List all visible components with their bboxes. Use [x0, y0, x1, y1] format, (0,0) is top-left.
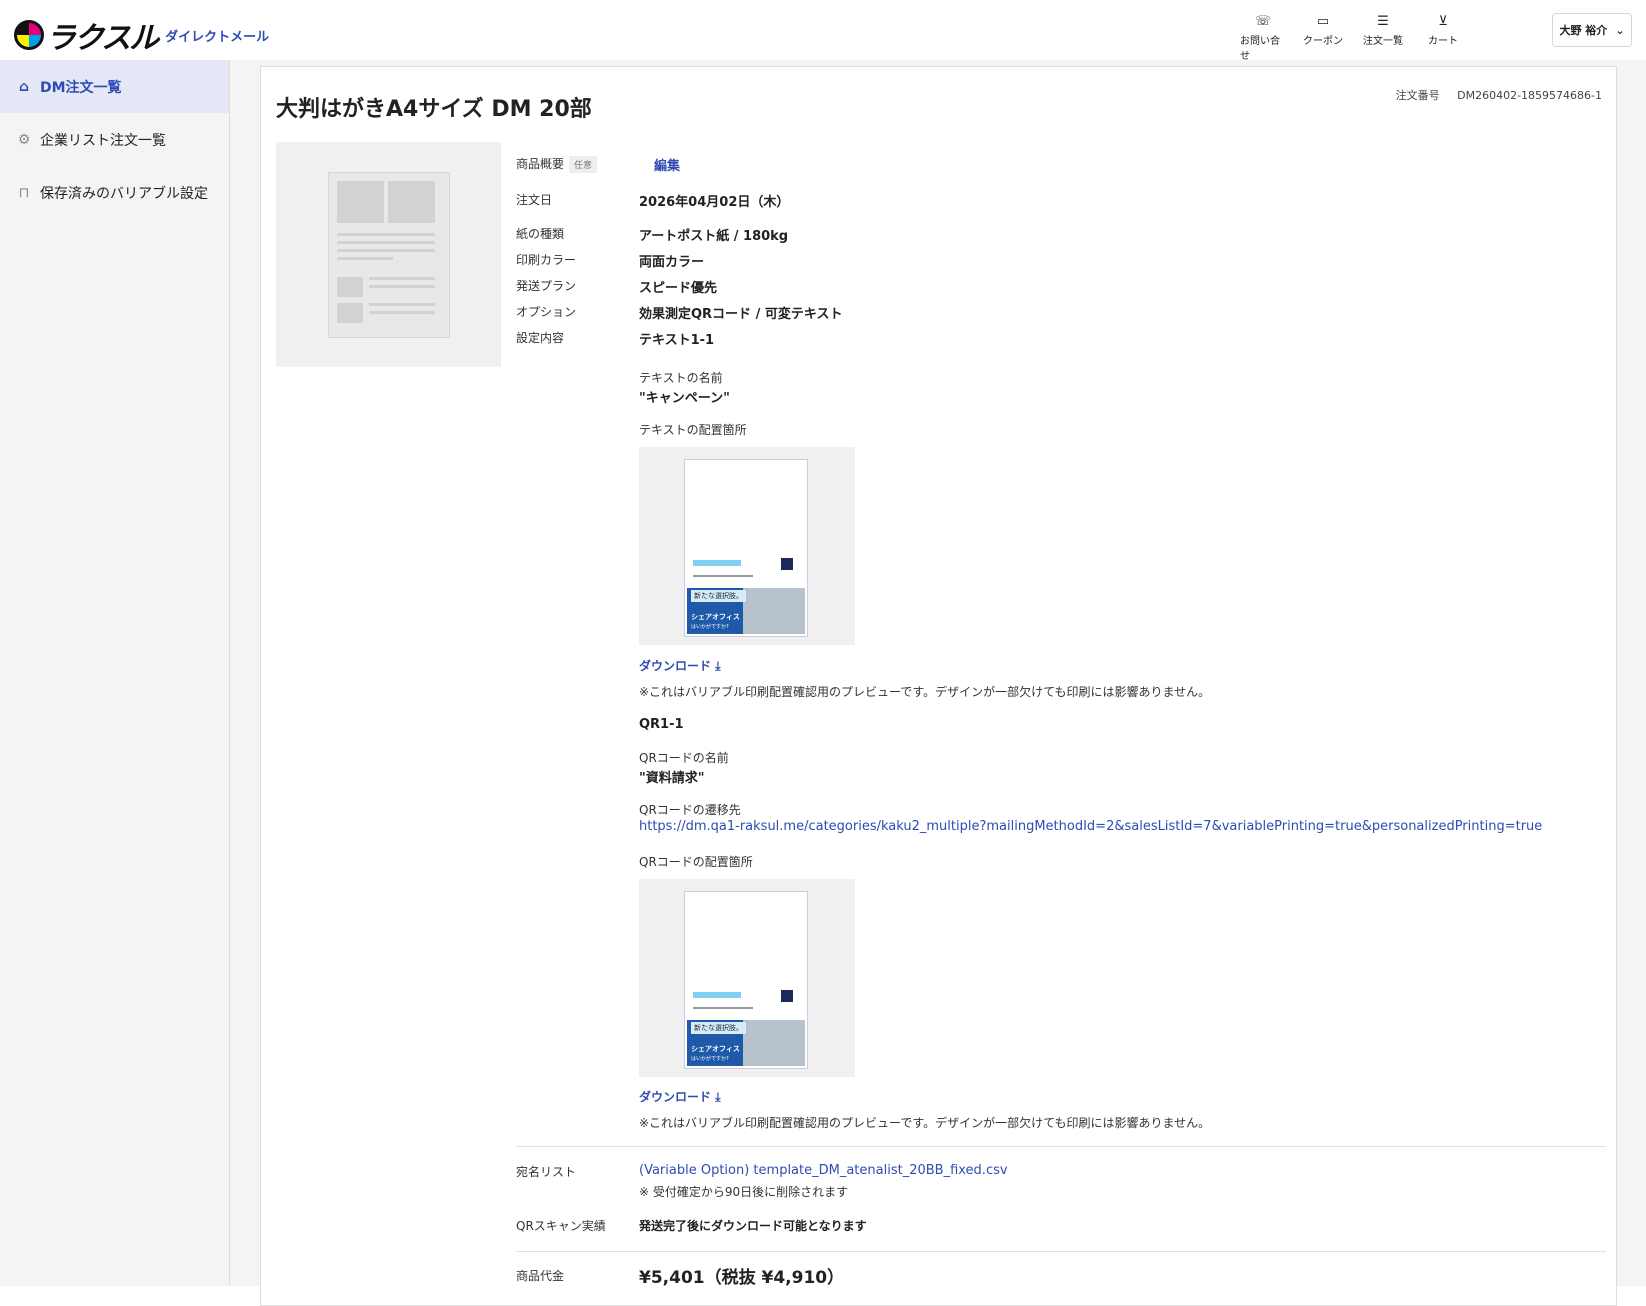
- postcard-headline: 新たな選択肢。: [691, 590, 746, 602]
- download-label: ダウンロード: [639, 659, 712, 673]
- sidebar-item-label: 保存済みのバリアブル設定: [40, 185, 208, 202]
- nav-orders-label: 注文一覧: [1363, 36, 1403, 47]
- paper-type-value: アートポスト紙 / 180kg: [639, 229, 789, 244]
- qr-destination-link[interactable]: https://dm.qa1-raksul.me/categories/kaku…: [639, 819, 1542, 834]
- sidebar: ⌂ DM注文一覧 ⚙ 企業リスト注文一覧 ⊓ 保存済みのバリアブル設定: [0, 60, 230, 1286]
- nav-coupon-label: クーポン: [1303, 36, 1343, 47]
- postcard-headline: 新たな選択肢。: [691, 1022, 746, 1034]
- nav-contact-label: お問い合せ: [1240, 36, 1280, 62]
- edit-summary-link[interactable]: 編集: [654, 155, 680, 174]
- user-name: 大野 裕介: [1559, 24, 1608, 37]
- logo-subtitle: ダイレクトメール: [165, 29, 270, 45]
- postcard-preview-image: 新たな選択肢。 シェアオフィス はいかがですか?: [684, 459, 808, 637]
- page-title: 大判はがきA4サイズ DM 20部: [276, 97, 592, 122]
- sidebar-item-saved-variable[interactable]: ⊓ 保存済みのバリアブル設定: [0, 166, 229, 219]
- phone-icon: ☏: [1254, 14, 1272, 29]
- order-date-label: 注文日: [516, 193, 553, 207]
- text-name-value: "キャンペーン": [639, 391, 730, 406]
- qr-name-label: QRコードの名前: [639, 751, 729, 765]
- document-placeholder-icon: [328, 172, 450, 338]
- summary-label: 商品概要 任意: [516, 155, 598, 173]
- logo[interactable]: ラクスル ダイレクトメール: [14, 13, 269, 57]
- header-nav: ☏ お問い合せ ▭ クーポン ☰ 注文一覧 ⊻ カート: [1240, 14, 1466, 62]
- address-list-note: ※ 受付確定から90日後に削除されます: [639, 1185, 849, 1199]
- bookmark-icon: ⊓: [18, 184, 30, 201]
- qr-code-icon: [781, 558, 793, 570]
- home-icon: ⌂: [18, 78, 30, 95]
- text-position-preview: 新たな選択肢。 シェアオフィス はいかがですか?: [639, 447, 855, 645]
- product-thumbnail: [276, 142, 501, 367]
- postcard-subhead: シェアオフィス: [691, 1045, 740, 1053]
- sidebar-item-label: 企業リスト注文一覧: [40, 132, 166, 149]
- postcard-preview-image: 新たな選択肢。 シェアオフィス はいかがですか?: [684, 891, 808, 1069]
- sidebar-item-dm-orders[interactable]: ⌂ DM注文一覧: [0, 60, 229, 113]
- address-list-label: 宛名リスト: [516, 1165, 577, 1179]
- option-value: 効果測定QRコード / 可変テキスト: [639, 307, 843, 322]
- download-icon: ⤓: [715, 1090, 721, 1104]
- qr-scan-value: 発送完了後にダウンロード可能となります: [639, 1219, 867, 1233]
- download-icon: ⤓: [715, 659, 721, 673]
- nav-cart-label: カート: [1428, 36, 1458, 47]
- shipping-plan-label: 発送プラン: [516, 279, 577, 293]
- logo-mark-icon: [14, 20, 44, 50]
- order-number-value: DM260402-1859574686-1: [1457, 89, 1602, 102]
- preview-note: ※これはバリアブル印刷配置確認用のプレビューです。デザインが一部欠けても印刷には…: [639, 685, 1211, 699]
- shipping-plan-value: スピード優先: [639, 281, 718, 296]
- order-number-label: 注文番号: [1395, 89, 1440, 102]
- print-color-label: 印刷カラー: [516, 253, 577, 267]
- preview-note: ※これはバリアブル印刷配置確認用のプレビューです。デザインが一部欠けても印刷には…: [639, 1116, 1211, 1130]
- price-value: ¥5,401（税抜 ¥4,910）: [639, 1268, 845, 1288]
- cart-icon: ⊻: [1438, 14, 1448, 29]
- top-header: ラクスル ダイレクトメール ☏ お問い合せ ▭ クーポン ☰ 注文一覧 ⊻ カー…: [0, 0, 1646, 62]
- download-qr-preview-link[interactable]: ダウンロード ⤓: [639, 1088, 721, 1105]
- print-color-value: 両面カラー: [639, 255, 705, 270]
- postcard-tagline: はいかがですか?: [691, 624, 729, 630]
- qr-name-value: "資料請求": [639, 771, 705, 786]
- chevron-down-icon: ⌄: [1615, 23, 1625, 37]
- order-number: 注文番号 DM260402-1859574686-1: [1382, 87, 1602, 103]
- postcard-tagline: はいかがですか?: [691, 1056, 729, 1062]
- sidebar-item-company-list-orders[interactable]: ⚙ 企業リスト注文一覧: [0, 113, 229, 166]
- coupon-icon: ▭: [1316, 14, 1330, 29]
- photo-image: [743, 1020, 805, 1066]
- nav-orders[interactable]: ☰ 注文一覧: [1360, 14, 1406, 62]
- text-position-label: テキストの配置箇所: [639, 423, 747, 437]
- qr-scan-label: QRスキャン実績: [516, 1219, 606, 1233]
- nav-cart[interactable]: ⊻ カート: [1420, 14, 1466, 62]
- settings-label: 設定内容: [516, 331, 565, 345]
- text-name-label: テキストの名前: [639, 371, 723, 385]
- qr-heading: QR1-1: [639, 717, 684, 732]
- address-list-file-link[interactable]: (Variable Option) template_DM_atenalist_…: [639, 1163, 1008, 1178]
- divider: [516, 1146, 1606, 1147]
- logo-text: ラクスル: [46, 21, 159, 56]
- summary-label-text: 商品概要: [516, 157, 565, 171]
- order-date-value: 2026年04月02日（木）: [639, 195, 790, 210]
- sidebar-item-label: DM注文一覧: [40, 79, 122, 96]
- download-label: ダウンロード: [639, 1090, 712, 1104]
- nav-coupon[interactable]: ▭ クーポン: [1300, 14, 1346, 62]
- paper-type-label: 紙の種類: [516, 227, 565, 241]
- settings-value: テキスト1-1: [639, 333, 715, 348]
- option-label: オプション: [516, 305, 577, 319]
- nav-contact[interactable]: ☏ お問い合せ: [1240, 14, 1286, 62]
- download-text-preview-link[interactable]: ダウンロード ⤓: [639, 657, 721, 674]
- qr-destination-label: QRコードの遷移先: [639, 803, 741, 817]
- price-label: 商品代金: [516, 1269, 565, 1283]
- gear-icon: ⚙: [17, 131, 31, 148]
- qr-code-icon: [781, 990, 793, 1002]
- qr-position-preview: 新たな選択肢。 シェアオフィス はいかがですか?: [639, 879, 855, 1077]
- list-icon: ☰: [1377, 14, 1389, 29]
- optional-tag: 任意: [569, 156, 598, 173]
- photo-image: [743, 588, 805, 634]
- user-menu-button[interactable]: 大野 裕介 ⌄: [1552, 13, 1632, 47]
- qr-position-label: QRコードの配置箇所: [639, 855, 753, 869]
- order-detail-card: 大判はがきA4サイズ DM 20部 注文番号 DM260402-18595746…: [260, 66, 1617, 1306]
- postcard-subhead: シェアオフィス: [691, 613, 740, 621]
- divider: [516, 1251, 1606, 1252]
